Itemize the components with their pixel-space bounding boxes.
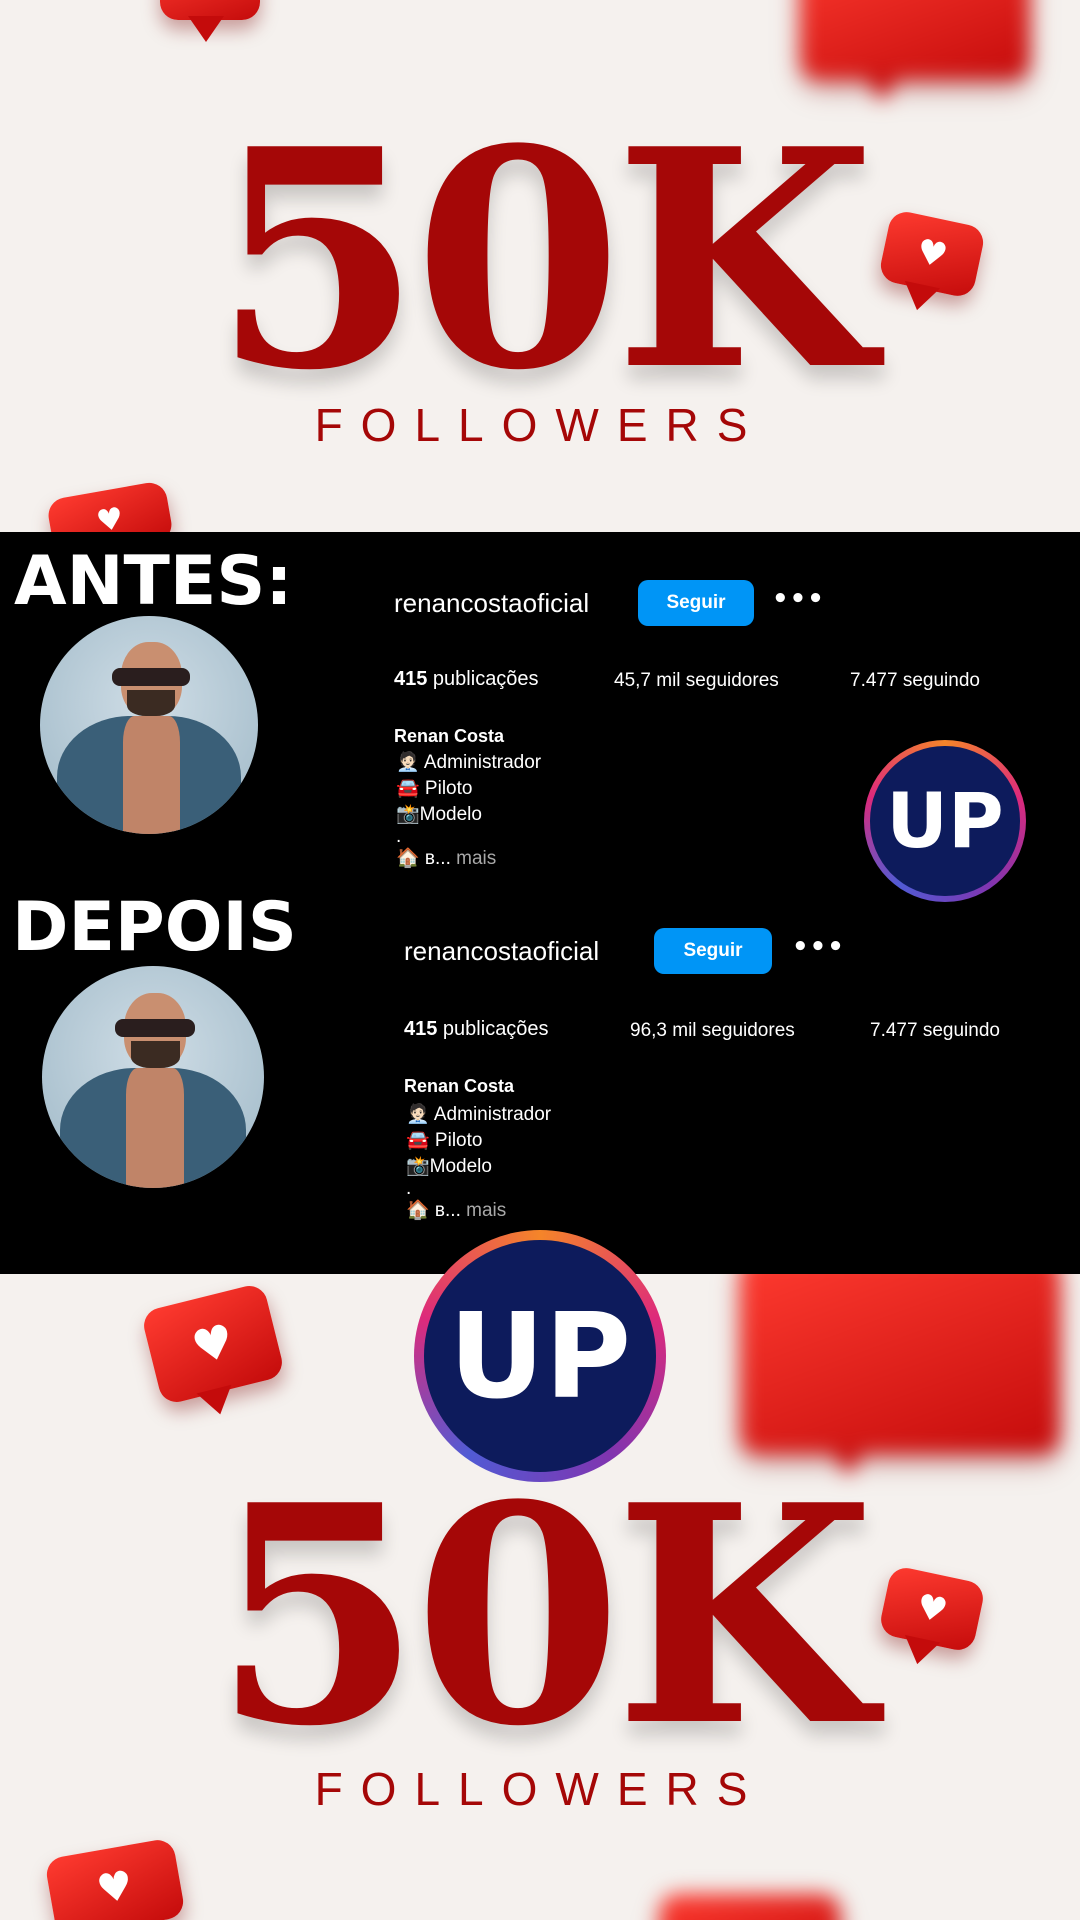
follow-button-before[interactable]: Seguir bbox=[638, 580, 754, 626]
before-label: ANTES: bbox=[14, 542, 293, 621]
bio-line: . bbox=[406, 1178, 412, 1199]
heart-bubble-icon: ♥ bbox=[160, 0, 260, 42]
hero-title: 50K bbox=[212, 83, 875, 436]
up-logo-icon: UP bbox=[864, 740, 1026, 902]
heart-bubble-icon bbox=[740, 1274, 1060, 1476]
profile-bio-after: 🧑🏻‍💼 Administrador 🚘 Piloto 📸Modelo . 🏠 … bbox=[406, 1102, 551, 1224]
more-options-icon[interactable]: ••• bbox=[792, 932, 845, 962]
heart-bubble-icon: ♥ bbox=[140, 1282, 286, 1406]
profile-name-after: Renan Costa bbox=[404, 1076, 515, 1096]
bio-more-link[interactable]: mais bbox=[451, 848, 496, 869]
bio-line: 🧑🏻‍💼 Administrador bbox=[406, 1104, 552, 1125]
bio-line: 🧑🏻‍💼 Administrador bbox=[396, 752, 542, 773]
profile-name-before: Renan Costa bbox=[394, 726, 505, 746]
more-options-icon[interactable]: ••• bbox=[772, 584, 825, 614]
follow-button-after[interactable]: Seguir bbox=[654, 928, 772, 974]
hero-title-bottom: 50K bbox=[212, 1439, 875, 1792]
heart-bubble-icon: ♥ bbox=[44, 1837, 186, 1920]
hero-subtitle: FOLLOWERS bbox=[314, 399, 766, 451]
up-logo-large-icon: UP bbox=[414, 1230, 666, 1482]
top-banner: ♥ ♥ ♥ 50K FOLLOWERS bbox=[0, 0, 1080, 532]
heart-bubble-icon bbox=[800, 0, 1030, 102]
bio-line: 🏠 ʙ... mais bbox=[396, 848, 497, 869]
posts-count-before[interactable]: 415 publicações bbox=[394, 668, 539, 691]
comparison-panel: ANTES: renancostaoficial Seguir ••• 415 … bbox=[0, 532, 1080, 1274]
following-count-before[interactable]: 7.477 seguindo bbox=[850, 670, 980, 692]
bio-line: 📸Modelo bbox=[396, 804, 482, 825]
heart-bubble-icon: ♥ bbox=[45, 480, 175, 532]
username-after[interactable]: renancostaoficial bbox=[404, 936, 599, 967]
heart-bubble-icon bbox=[660, 1894, 840, 1920]
followers-count-after[interactable]: 96,3 mil seguidores bbox=[630, 1020, 795, 1042]
profile-avatar-before bbox=[40, 616, 258, 834]
after-label: DEPOIS bbox=[12, 888, 297, 967]
followers-count-before[interactable]: 45,7 mil seguidores bbox=[614, 670, 779, 692]
profile-bio-before: 🧑🏻‍💼 Administrador 🚘 Piloto 📸Modelo . 🏠 … bbox=[396, 750, 541, 872]
bio-line: 🚘 Piloto bbox=[396, 778, 473, 799]
profile-avatar-after bbox=[42, 966, 264, 1188]
bio-line: 🏠 ʙ... mais bbox=[406, 1200, 507, 1221]
bio-line: 📸Modelo bbox=[406, 1156, 492, 1177]
posts-count-after[interactable]: 415 publicações bbox=[404, 1018, 549, 1041]
username-before[interactable]: renancostaoficial bbox=[394, 588, 589, 619]
following-count-after[interactable]: 7.477 seguindo bbox=[870, 1020, 1000, 1042]
bio-more-link[interactable]: mais bbox=[461, 1200, 506, 1221]
bio-line: . bbox=[396, 826, 402, 847]
bio-line: 🚘 Piloto bbox=[406, 1130, 483, 1151]
hero-subtitle-bottom: FOLLOWERS bbox=[314, 1763, 766, 1815]
